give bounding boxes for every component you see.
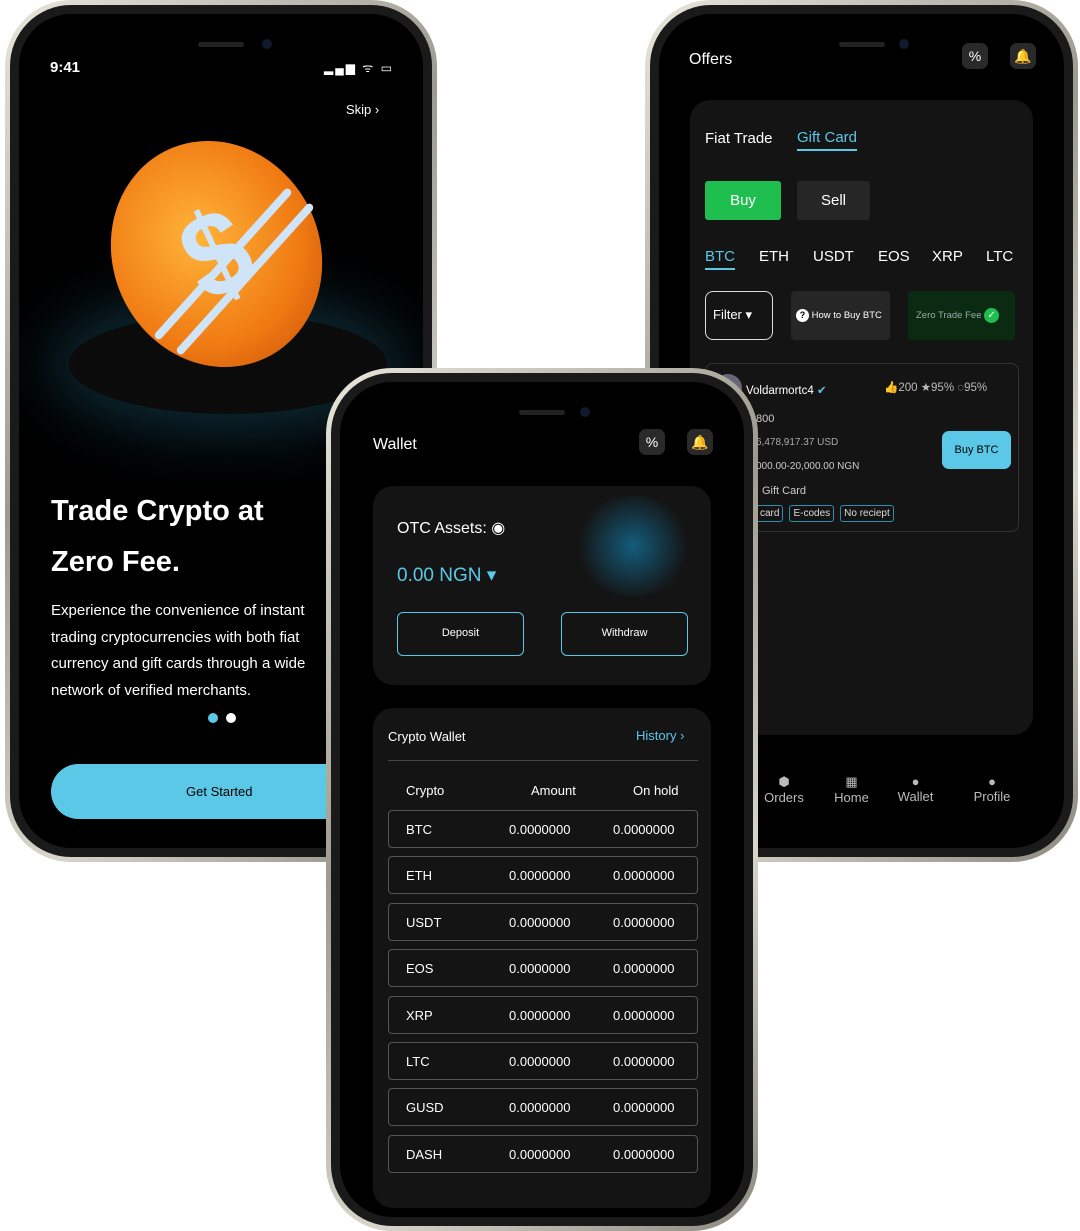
on-hold: 0.0000000 (613, 1100, 675, 1116)
verified-icon: ✔ (816, 385, 827, 397)
buy-button[interactable]: Buy (705, 181, 781, 220)
crypto-name: DASH (406, 1146, 443, 1162)
tab-coin-eth[interactable]: ETH (759, 248, 789, 265)
crypto-name: ETH (406, 868, 432, 884)
tab-coin-ltc[interactable]: LTC (986, 248, 1013, 265)
table-row[interactable]: LTC 0.0000000 0.0000000 (388, 1042, 698, 1080)
bell-icon[interactable]: 🔔 (687, 429, 713, 455)
otc-assets-card: OTC Assets: ◉ 0.00 NGN ▾ Deposit Withdra… (373, 486, 711, 685)
skip-button[interactable]: Skip › (346, 102, 379, 117)
tab-coin-eos[interactable]: EOS (878, 248, 910, 265)
amount: 0.0000000 (509, 822, 571, 837)
crypto-name: LTC (406, 1054, 430, 1069)
amount: 0.0000000 (509, 961, 571, 977)
table-row[interactable]: BTC 0.0000000 0.0000000 (388, 810, 698, 848)
discount-icon[interactable]: % (639, 429, 665, 455)
filter-button[interactable]: Filter ▾ (705, 291, 773, 340)
amount: 0.0000000 (509, 868, 571, 884)
history-link[interactable]: History › (636, 728, 684, 743)
table-row[interactable]: GUSD 0.0000000 0.0000000 (388, 1088, 698, 1127)
amount: 0.0000000 (509, 1054, 571, 1069)
help-icon: ? (796, 309, 809, 322)
merchant-name: Voldarmortc4 ✔ (746, 385, 827, 397)
table-row[interactable]: DASH 0.0000000 0.0000000 (388, 1134, 698, 1173)
amount: 0.0000000 (509, 1100, 571, 1116)
check-icon: ✓ (984, 308, 1000, 323)
discount-icon[interactable]: % (962, 43, 988, 69)
amount: 0.0000000 (509, 914, 571, 930)
on-hold: 0.0000000 (613, 914, 675, 930)
otc-assets-label: OTC Assets: ◉ (397, 520, 506, 537)
crypto-name: USDT (406, 914, 442, 930)
wallet-screen: Wallet % 🔔 OTC Assets: ◉ 0.00 NGN ▾ Depo… (340, 382, 744, 1217)
table-row[interactable]: XRP 0.0000000 0.0000000 (388, 995, 698, 1034)
tab-fiat-trade[interactable]: Fiat Trade (705, 130, 773, 147)
onboarding-title: Trade Crypto at Zero Fee. (51, 495, 264, 578)
on-hold: 0.0000000 (613, 961, 675, 977)
on-hold: 0.0000000 (613, 868, 675, 884)
balance[interactable]: 0.00 NGN ▾ (397, 564, 496, 587)
wallet-phone: Wallet % 🔔 OTC Assets: ◉ 0.00 NGN ▾ Depo… (326, 368, 758, 1231)
tab-coin-btc[interactable]: BTC (705, 248, 735, 270)
table-row[interactable]: EOS 0.0000000 0.0000000 (388, 949, 698, 988)
how-to-buy-button[interactable]: ? How to Buy BTC (791, 291, 890, 340)
status-time: 9:41 (50, 59, 81, 76)
page-dot-2[interactable] (226, 713, 236, 723)
onboarding-body: Experience the convenience of instant tra… (51, 602, 306, 700)
page-title: Offers (689, 51, 733, 68)
crypto-name: EOS (406, 961, 434, 977)
page-dot-1[interactable] (208, 713, 218, 723)
on-hold: 0.0000000 (613, 1007, 675, 1023)
crypto-name: BTC (406, 822, 432, 837)
merchant-stats: 👍200 ★95% ◌95% (884, 382, 988, 394)
tab-gift-card[interactable]: Gift Card (797, 129, 858, 151)
withdraw-button[interactable]: Withdraw (561, 612, 688, 656)
tab-coin-xrp[interactable]: XRP (932, 248, 963, 265)
on-hold: 0.0000000 (613, 822, 675, 837)
amount: 0.0000000 (509, 1007, 571, 1023)
nav-wallet[interactable]: ● Wallet (893, 774, 938, 804)
page-title: Wallet (373, 436, 417, 453)
buy-btc-button[interactable]: Buy BTC (942, 431, 1011, 469)
eye-icon[interactable]: ◉ (491, 520, 505, 537)
deposit-button[interactable]: Deposit (397, 612, 524, 656)
table-row[interactable]: USDT 0.0000000 0.0000000 (388, 902, 698, 941)
bell-icon[interactable]: 🔔 (1010, 43, 1036, 69)
table-row[interactable]: ETH 0.0000000 0.0000000 (388, 856, 698, 895)
merchant-tags: card E-codes No reciept (756, 505, 900, 522)
tab-coin-usdt[interactable]: USDT (813, 248, 854, 265)
status-icons: ▂▄▆ ᯤ ▭ (324, 61, 394, 75)
crypto-wallet-card: Crypto Wallet History › Crypto Amount On… (373, 708, 711, 1208)
nav-profile[interactable]: ● Profile (967, 774, 1017, 804)
zero-fee-badge: Zero Trade Fee ✓ (908, 291, 1015, 340)
on-hold: 0.0000000 (613, 1146, 675, 1162)
nav-home[interactable]: ▦ Home (829, 774, 874, 805)
on-hold: 0.0000000 (613, 1054, 675, 1069)
nav-orders[interactable]: ⬢ Orders (759, 774, 809, 805)
sell-button[interactable]: Sell (797, 181, 870, 220)
crypto-name: GUSD (406, 1100, 444, 1116)
crypto-name: XRP (406, 1007, 433, 1023)
amount: 0.0000000 (509, 1146, 571, 1162)
